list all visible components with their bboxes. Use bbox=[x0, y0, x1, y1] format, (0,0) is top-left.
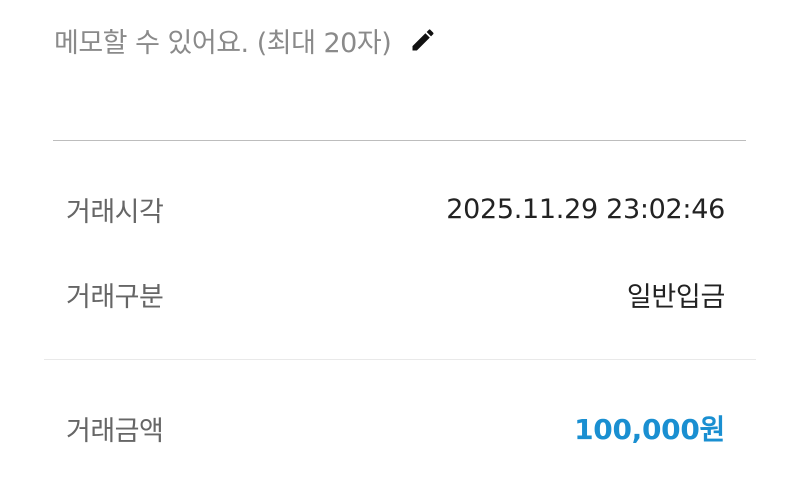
transaction-amount-value: 100,000원 bbox=[574, 413, 725, 446]
memo-field[interactable]: 메모할 수 있어요. (최대 20자) bbox=[54, 20, 437, 60]
divider bbox=[53, 140, 746, 141]
divider bbox=[44, 359, 756, 360]
transaction-time-row: 거래시각 2025.11.29 23:02:46 bbox=[66, 189, 725, 229]
transaction-type-row: 거래구분 일반입금 bbox=[66, 274, 725, 314]
memo-placeholder: 메모할 수 있어요. (최대 20자) bbox=[54, 27, 392, 59]
transaction-type-value: 일반입금 bbox=[626, 281, 725, 313]
transaction-amount-label: 거래금액 bbox=[66, 415, 164, 447]
transaction-type-label: 거래구분 bbox=[66, 281, 164, 313]
transaction-time-value: 2025.11.29 23:02:46 bbox=[446, 193, 725, 225]
transaction-time-label: 거래시각 bbox=[66, 196, 164, 228]
pencil-icon[interactable] bbox=[409, 26, 437, 54]
transaction-amount-row: 거래금액 100,000원 bbox=[66, 408, 725, 448]
